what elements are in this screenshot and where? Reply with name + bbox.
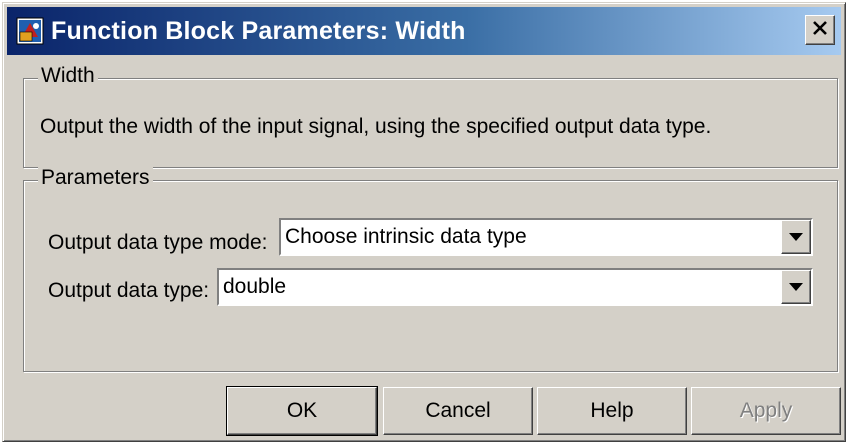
dropdown-arrow-icon [789, 228, 803, 246]
description-group: Width Output the width of the input sign… [23, 64, 838, 168]
output-data-type-dropdown-button[interactable] [781, 270, 811, 304]
close-button[interactable] [805, 15, 835, 45]
output-data-type-mode-value: Choose intrinsic data type [285, 225, 527, 248]
block-description: Output the width of the input signal, us… [40, 115, 712, 138]
output-data-type-label: Output data type: [48, 279, 210, 302]
output-data-type-mode-dropdown-button[interactable] [781, 220, 811, 254]
dropdown-arrow-icon [789, 278, 803, 296]
output-data-type-value: double [223, 275, 287, 298]
help-button[interactable]: Help [537, 387, 687, 435]
close-icon [812, 20, 828, 40]
window-title: Function Block Parameters: Width [51, 16, 466, 45]
parameters-group: Parameters Output data type mode: Choose… [23, 166, 838, 372]
output-data-type-mode-label: Output data type mode: [48, 231, 268, 254]
description-group-legend: Width [38, 64, 98, 88]
parameters-group-legend: Parameters [38, 166, 153, 190]
ok-button[interactable]: OK [226, 386, 378, 436]
title-bar[interactable]: Function Block Parameters: Width [7, 7, 841, 55]
cancel-button[interactable]: Cancel [383, 387, 533, 435]
apply-button[interactable]: Apply [691, 387, 841, 435]
dialog-window: Function Block Parameters: Width Width O… [2, 2, 846, 442]
output-data-type-select[interactable]: double [217, 268, 813, 306]
output-data-type-mode-select[interactable]: Choose intrinsic data type [279, 218, 813, 256]
simulink-block-icon [15, 16, 45, 46]
